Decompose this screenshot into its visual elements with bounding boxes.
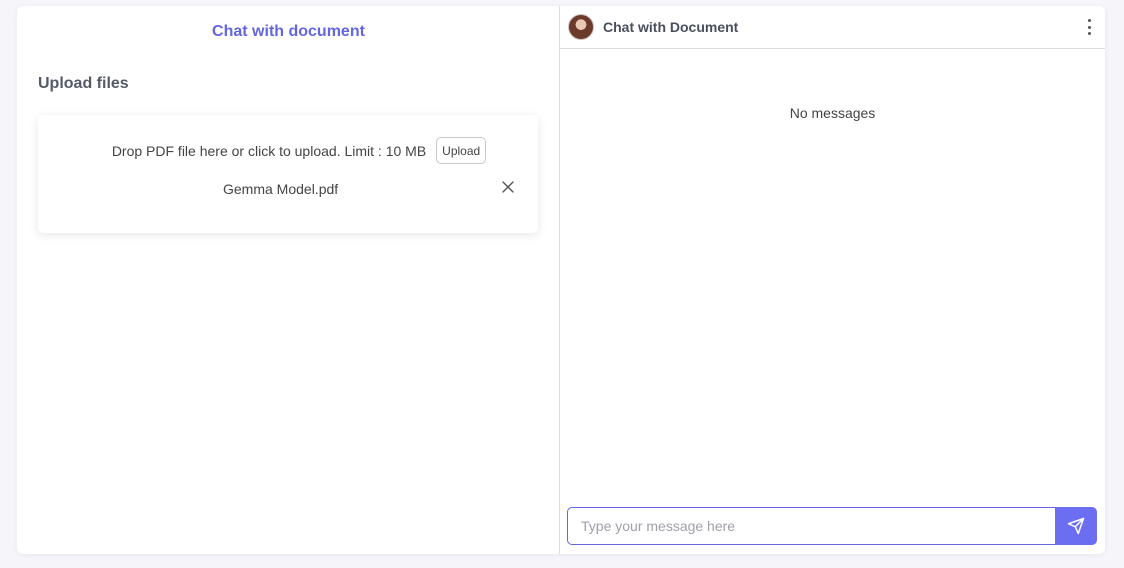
close-icon xyxy=(502,181,514,193)
remove-file-button[interactable] xyxy=(500,179,516,195)
message-composer xyxy=(567,507,1097,545)
chat-panel: Chat with Document No messages xyxy=(560,6,1105,554)
chat-title: Chat with Document xyxy=(603,19,739,35)
send-button[interactable] xyxy=(1055,507,1097,545)
send-icon xyxy=(1067,517,1085,535)
drop-row: Drop PDF file here or click to upload. L… xyxy=(38,137,538,164)
drop-instructions: Drop PDF file here or click to upload. L… xyxy=(111,142,427,159)
more-vertical-icon[interactable] xyxy=(1083,19,1095,35)
main-card: Chat with document Upload files Drop PDF… xyxy=(17,6,1105,554)
upload-dropzone[interactable]: Drop PDF file here or click to upload. L… xyxy=(38,115,538,233)
page-title: Chat with document xyxy=(212,23,365,40)
message-input[interactable] xyxy=(567,507,1055,545)
document-panel: Chat with document Upload files Drop PDF… xyxy=(17,6,560,554)
upload-heading: Upload files xyxy=(38,75,129,92)
uploaded-file-name: Gemma Model.pdf xyxy=(223,181,339,197)
chat-header: Chat with Document xyxy=(560,6,1105,49)
upload-button[interactable]: Upload xyxy=(436,137,487,164)
avatar xyxy=(568,14,594,40)
empty-messages-text: No messages xyxy=(789,105,876,121)
